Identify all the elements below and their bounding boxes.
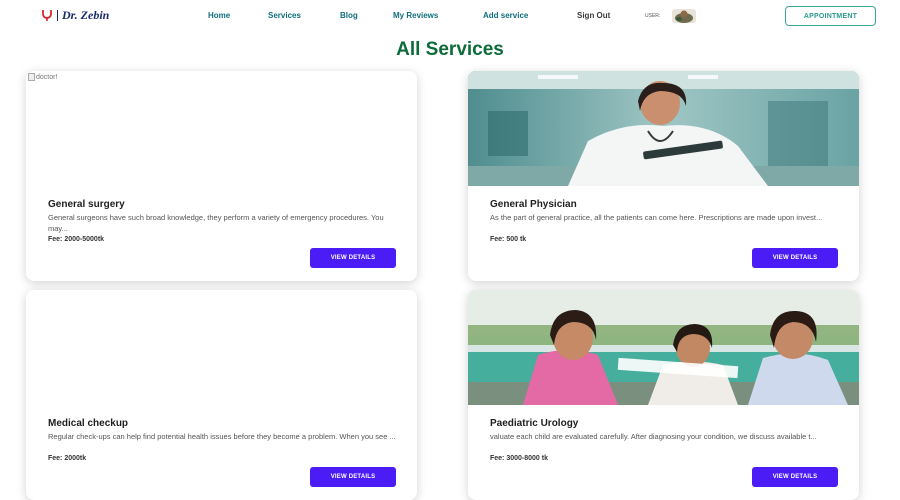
children-photo xyxy=(468,290,859,405)
avatar[interactable] xyxy=(672,9,696,23)
brand-divider xyxy=(57,9,58,21)
nav-add-service[interactable]: Add service xyxy=(483,11,528,20)
appointment-button[interactable]: APPOINTMENT xyxy=(785,6,876,26)
service-title: General Physician xyxy=(490,199,577,210)
nav-my-reviews[interactable]: My Reviews xyxy=(393,11,438,20)
service-image xyxy=(468,71,859,186)
service-card-paediatric-urology: Paediatric Urology valuate each child ar… xyxy=(468,290,859,500)
nav-services[interactable]: Services xyxy=(268,11,301,20)
broken-image-alt: doctor! xyxy=(36,73,58,81)
view-details-button[interactable]: VIEW DETAILS xyxy=(752,248,838,268)
service-image xyxy=(26,290,417,405)
broken-image: doctor! xyxy=(28,73,57,81)
service-title: General surgery xyxy=(48,199,125,210)
doctor-photo xyxy=(468,71,859,186)
navbar: Dr. Zebin Home Services Blog My Reviews … xyxy=(0,0,900,32)
service-description: As the part of general practice, all the… xyxy=(490,213,823,222)
sign-out-button[interactable]: Sign Out xyxy=(577,11,610,20)
service-image: doctor! xyxy=(26,71,417,186)
service-card-general-physician: General Physician As the part of general… xyxy=(468,71,859,281)
service-image xyxy=(468,290,859,405)
view-details-button[interactable]: VIEW DETAILS xyxy=(310,467,396,487)
service-title: Paediatric Urology xyxy=(490,418,579,429)
user-label: USER: xyxy=(645,13,661,19)
service-fee: Fee: 2000tk xyxy=(48,455,87,462)
nav-home[interactable]: Home xyxy=(208,11,230,20)
service-fee: Fee: 2000-5000tk xyxy=(48,236,105,243)
page-title: All Services xyxy=(396,39,504,60)
view-details-button[interactable]: VIEW DETAILS xyxy=(310,248,396,268)
brand[interactable]: Dr. Zebin xyxy=(40,7,109,23)
view-details-button[interactable]: VIEW DETAILS xyxy=(752,467,838,487)
doctor-logo-icon xyxy=(42,10,52,21)
nav-blog[interactable]: Blog xyxy=(340,11,358,20)
service-title: Medical checkup xyxy=(48,418,129,429)
service-description: valuate each child are evaluated careful… xyxy=(490,432,817,441)
avatar-image xyxy=(672,9,696,23)
service-description: Regular check-ups can help find potentia… xyxy=(48,432,396,441)
service-fee: Fee: 500 tk xyxy=(490,236,527,243)
broken-image-icon xyxy=(28,73,35,81)
service-description: General surgeons have such broad knowled… xyxy=(48,213,384,233)
service-card-general-surgery: doctor! General surgery General surgeons… xyxy=(26,71,417,281)
brand-name: Dr. Zebin xyxy=(62,7,110,22)
service-card-medical-checkup: Medical checkup Regular check-ups can he… xyxy=(26,290,417,500)
service-fee: Fee: 3000-8000 tk xyxy=(490,455,548,462)
